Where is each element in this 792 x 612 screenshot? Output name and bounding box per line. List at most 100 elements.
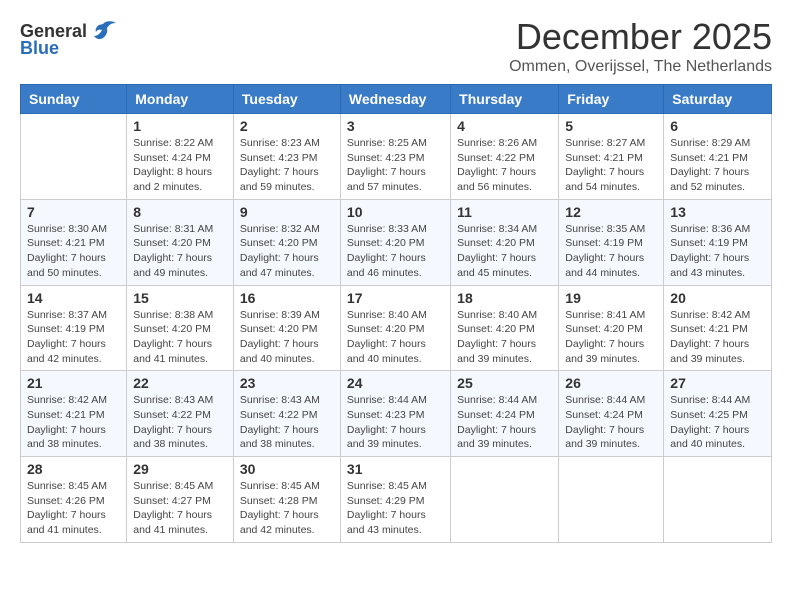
day-info: Sunrise: 8:30 AM Sunset: 4:21 PM Dayligh…	[27, 222, 120, 281]
day-number: 2	[240, 118, 334, 134]
calendar-header-tuesday: Tuesday	[233, 85, 340, 114]
calendar-header-thursday: Thursday	[451, 85, 559, 114]
day-number: 21	[27, 375, 120, 391]
logo: General Blue	[20, 20, 117, 59]
day-number: 6	[670, 118, 765, 134]
day-info: Sunrise: 8:44 AM Sunset: 4:25 PM Dayligh…	[670, 393, 765, 452]
calendar-header-wednesday: Wednesday	[340, 85, 450, 114]
day-number: 26	[565, 375, 657, 391]
calendar-cell: 22Sunrise: 8:43 AM Sunset: 4:22 PM Dayli…	[127, 371, 234, 457]
day-info: Sunrise: 8:23 AM Sunset: 4:23 PM Dayligh…	[240, 136, 334, 195]
day-info: Sunrise: 8:40 AM Sunset: 4:20 PM Dayligh…	[347, 308, 444, 367]
day-info: Sunrise: 8:45 AM Sunset: 4:28 PM Dayligh…	[240, 479, 334, 538]
day-info: Sunrise: 8:43 AM Sunset: 4:22 PM Dayligh…	[240, 393, 334, 452]
calendar-cell: 2 Sunrise: 8:23 AM Sunset: 4:23 PM Daylig…	[233, 114, 340, 200]
calendar-cell: 11 Sunrise: 8:34 AM Sunset: 4:20 PM Dayli…	[451, 199, 559, 285]
location-subtitle: Ommen, Overijssel, The Netherlands	[509, 58, 772, 76]
calendar-cell: 1 Sunrise: 8:22 AM Sunset: 4:24 PM Daylig…	[127, 114, 234, 200]
calendar-cell	[21, 114, 127, 200]
calendar-cell: 30 Sunrise: 8:45 AM Sunset: 4:28 PM Dayli…	[233, 457, 340, 543]
calendar-cell	[559, 457, 664, 543]
calendar-cell: 20Sunrise: 8:42 AM Sunset: 4:21 PM Dayli…	[664, 285, 772, 371]
calendar-header-row: SundayMondayTuesdayWednesdayThursdayFrid…	[21, 85, 772, 114]
day-number: 1	[133, 118, 227, 134]
day-number: 11	[457, 204, 552, 220]
calendar-cell: 24 Sunrise: 8:44 AM Sunset: 4:23 PM Dayli…	[340, 371, 450, 457]
day-info: Sunrise: 8:35 AM Sunset: 4:19 PM Dayligh…	[565, 222, 657, 281]
logo-bird-icon	[89, 20, 117, 42]
calendar-cell: 15 Sunrise: 8:38 AM Sunset: 4:20 PM Dayli…	[127, 285, 234, 371]
calendar-week-row-0: 1 Sunrise: 8:22 AM Sunset: 4:24 PM Daylig…	[21, 114, 772, 200]
calendar-week-row-3: 21Sunrise: 8:42 AM Sunset: 4:21 PM Dayli…	[21, 371, 772, 457]
day-number: 5	[565, 118, 657, 134]
calendar-header-monday: Monday	[127, 85, 234, 114]
day-info: Sunrise: 8:36 AM Sunset: 4:19 PM Dayligh…	[670, 222, 765, 281]
day-info: Sunrise: 8:26 AM Sunset: 4:22 PM Dayligh…	[457, 136, 552, 195]
day-info: Sunrise: 8:37 AM Sunset: 4:19 PM Dayligh…	[27, 308, 120, 367]
day-info: Sunrise: 8:42 AM Sunset: 4:21 PM Dayligh…	[670, 308, 765, 367]
day-number: 27	[670, 375, 765, 391]
day-number: 19	[565, 290, 657, 306]
day-number: 3	[347, 118, 444, 134]
calendar-cell: 19 Sunrise: 8:41 AM Sunset: 4:20 PM Dayli…	[559, 285, 664, 371]
day-number: 22	[133, 375, 227, 391]
day-info: Sunrise: 8:39 AM Sunset: 4:20 PM Dayligh…	[240, 308, 334, 367]
calendar-cell: 28Sunrise: 8:45 AM Sunset: 4:26 PM Dayli…	[21, 457, 127, 543]
day-info: Sunrise: 8:38 AM Sunset: 4:20 PM Dayligh…	[133, 308, 227, 367]
day-info: Sunrise: 8:45 AM Sunset: 4:27 PM Dayligh…	[133, 479, 227, 538]
calendar-cell: 29 Sunrise: 8:45 AM Sunset: 4:27 PM Dayli…	[127, 457, 234, 543]
calendar-cell	[664, 457, 772, 543]
calendar-cell: 25 Sunrise: 8:44 AM Sunset: 4:24 PM Dayli…	[451, 371, 559, 457]
calendar-cell: 18 Sunrise: 8:40 AM Sunset: 4:20 PM Dayli…	[451, 285, 559, 371]
calendar-cell	[451, 457, 559, 543]
day-number: 17	[347, 290, 444, 306]
calendar-cell: 3 Sunrise: 8:25 AM Sunset: 4:23 PM Daylig…	[340, 114, 450, 200]
day-number: 8	[133, 204, 227, 220]
calendar-cell: 26 Sunrise: 8:44 AM Sunset: 4:24 PM Dayli…	[559, 371, 664, 457]
day-number: 18	[457, 290, 552, 306]
title-section: December 2025 Ommen, Overijssel, The Net…	[509, 16, 772, 76]
calendar-cell: 7Sunrise: 8:30 AM Sunset: 4:21 PM Daylig…	[21, 199, 127, 285]
day-info: Sunrise: 8:22 AM Sunset: 4:24 PM Dayligh…	[133, 136, 227, 195]
day-info: Sunrise: 8:40 AM Sunset: 4:20 PM Dayligh…	[457, 308, 552, 367]
day-number: 10	[347, 204, 444, 220]
day-number: 25	[457, 375, 552, 391]
day-number: 14	[27, 290, 120, 306]
day-info: Sunrise: 8:25 AM Sunset: 4:23 PM Dayligh…	[347, 136, 444, 195]
day-info: Sunrise: 8:32 AM Sunset: 4:20 PM Dayligh…	[240, 222, 334, 281]
day-info: Sunrise: 8:45 AM Sunset: 4:29 PM Dayligh…	[347, 479, 444, 538]
calendar-cell: 12Sunrise: 8:35 AM Sunset: 4:19 PM Dayli…	[559, 199, 664, 285]
day-number: 15	[133, 290, 227, 306]
page-header: General Blue December 2025 Ommen, Overij…	[20, 16, 772, 76]
calendar-cell: 17 Sunrise: 8:40 AM Sunset: 4:20 PM Dayli…	[340, 285, 450, 371]
day-number: 24	[347, 375, 444, 391]
calendar-header-friday: Friday	[559, 85, 664, 114]
calendar-cell: 4 Sunrise: 8:26 AM Sunset: 4:22 PM Daylig…	[451, 114, 559, 200]
day-info: Sunrise: 8:33 AM Sunset: 4:20 PM Dayligh…	[347, 222, 444, 281]
calendar-week-row-1: 7Sunrise: 8:30 AM Sunset: 4:21 PM Daylig…	[21, 199, 772, 285]
day-info: Sunrise: 8:44 AM Sunset: 4:23 PM Dayligh…	[347, 393, 444, 452]
day-info: Sunrise: 8:41 AM Sunset: 4:20 PM Dayligh…	[565, 308, 657, 367]
day-number: 31	[347, 461, 444, 477]
calendar-cell: 6Sunrise: 8:29 AM Sunset: 4:21 PM Daylig…	[664, 114, 772, 200]
calendar-table: SundayMondayTuesdayWednesdayThursdayFrid…	[20, 84, 772, 543]
calendar-cell: 27 Sunrise: 8:44 AM Sunset: 4:25 PM Dayli…	[664, 371, 772, 457]
day-info: Sunrise: 8:34 AM Sunset: 4:20 PM Dayligh…	[457, 222, 552, 281]
day-number: 30	[240, 461, 334, 477]
calendar-cell: 23Sunrise: 8:43 AM Sunset: 4:22 PM Dayli…	[233, 371, 340, 457]
month-title: December 2025	[509, 16, 772, 58]
calendar-cell: 14 Sunrise: 8:37 AM Sunset: 4:19 PM Dayli…	[21, 285, 127, 371]
calendar-cell: 21Sunrise: 8:42 AM Sunset: 4:21 PM Dayli…	[21, 371, 127, 457]
calendar-header-sunday: Sunday	[21, 85, 127, 114]
day-number: 4	[457, 118, 552, 134]
day-info: Sunrise: 8:44 AM Sunset: 4:24 PM Dayligh…	[565, 393, 657, 452]
day-number: 16	[240, 290, 334, 306]
day-info: Sunrise: 8:31 AM Sunset: 4:20 PM Dayligh…	[133, 222, 227, 281]
calendar-cell: 10 Sunrise: 8:33 AM Sunset: 4:20 PM Dayli…	[340, 199, 450, 285]
calendar-cell: 9Sunrise: 8:32 AM Sunset: 4:20 PM Daylig…	[233, 199, 340, 285]
calendar-cell: 5Sunrise: 8:27 AM Sunset: 4:21 PM Daylig…	[559, 114, 664, 200]
day-number: 29	[133, 461, 227, 477]
day-number: 13	[670, 204, 765, 220]
day-info: Sunrise: 8:45 AM Sunset: 4:26 PM Dayligh…	[27, 479, 120, 538]
day-info: Sunrise: 8:44 AM Sunset: 4:24 PM Dayligh…	[457, 393, 552, 452]
